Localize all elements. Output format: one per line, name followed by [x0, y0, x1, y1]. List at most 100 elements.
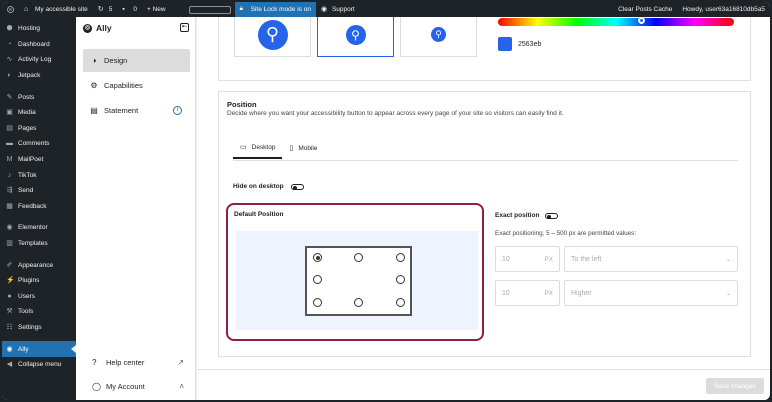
default-position-box: Default Position — [226, 203, 484, 341]
main-content: ⚲ ⚲ ⚲ 2563eb Position Decide where you w… — [197, 17, 770, 369]
user-icon: ◯ — [92, 381, 101, 391]
menu-posts[interactable]: ✎ Posts — [2, 89, 76, 105]
wp-admin-menu: ⬢ Hosting ◔ Dashboard ∿ Activity Log ◐ Jetpa… — [2, 17, 76, 400]
chevron-down-icon: ⌄ — [725, 290, 731, 297]
menu-comments[interactable]: ▬ Comments — [2, 136, 76, 152]
hue-slider-handle[interactable] — [638, 17, 646, 24]
menu-users[interactable]: ● Users — [2, 289, 76, 305]
menu-jetpack[interactable]: ◐ Jetpack — [2, 68, 76, 84]
menu-dashboard[interactable]: ◔ Dashboard — [2, 37, 76, 53]
menu-tools[interactable]: ⚒ Tools — [2, 304, 76, 320]
menu-appearance[interactable]: ✐ Appearance — [2, 257, 76, 273]
support-link[interactable]: ◉ Support — [316, 2, 360, 17]
refresh-icon: ↻ — [97, 6, 104, 13]
menu-templates[interactable]: ▥ Templates — [2, 236, 76, 252]
nav-capabilities[interactable]: ⚙ Capabilities — [83, 74, 190, 97]
button-style-small[interactable]: ⚲ — [400, 17, 477, 57]
support-icon: ◉ — [320, 6, 328, 13]
site-lock-badge[interactable]: 🔒︎ Site Lock mode is on — [234, 2, 316, 17]
menu-settings[interactable]: ☷ Settings — [2, 320, 76, 336]
ally-icon: ◉ — [6, 345, 13, 353]
comments-icon: ▬ — [6, 140, 13, 148]
button-style-medium[interactable]: ⚲ — [317, 17, 394, 57]
menu-activity-log[interactable]: ∿ Activity Log — [2, 52, 76, 68]
position-radio-top-center[interactable] — [354, 253, 363, 262]
users-icon: ● — [7, 292, 12, 300]
help-icon: ? — [92, 357, 97, 367]
ally-logo-icon: ◎ — [83, 23, 92, 33]
feedback-icon: ▦ — [6, 202, 13, 210]
horizontal-offset-input[interactable]: 10 PX — [495, 246, 560, 272]
nav-statement[interactable]: ▤ Statement i — [83, 99, 190, 122]
help-center-link[interactable]: ? Help center ↗ — [76, 350, 196, 374]
tab-mobile[interactable]: ▯ Mobile — [282, 137, 324, 159]
position-radio-top-left[interactable] — [313, 253, 322, 262]
info-icon: i — [173, 106, 182, 115]
my-account-menu[interactable]: ◯ My Account ˄ — [76, 374, 196, 398]
admin-bar: W ⌂ My accessible site ↻ 5 ▪ 0 + New 🔒︎ … — [2, 2, 770, 17]
menu-pages[interactable]: ▤ Pages — [2, 121, 76, 137]
position-radio-top-right[interactable] — [396, 253, 405, 262]
nav-design[interactable]: ◑ Design — [83, 49, 190, 72]
exact-position-toggle[interactable] — [545, 213, 558, 219]
menu-tiktok[interactable]: ♪ TikTok — [2, 167, 76, 183]
position-radio-bottom-center[interactable] — [354, 298, 363, 307]
menu-plugins[interactable]: ⚡ Plugins — [2, 273, 76, 289]
position-radio-middle-right[interactable] — [396, 275, 405, 284]
tiktok-icon: ♪ — [7, 171, 12, 179]
position-radio-bottom-right[interactable] — [396, 298, 405, 307]
hex-input[interactable]: 2563eb — [518, 41, 541, 48]
pages-icon: ▤ — [6, 124, 13, 132]
tabs-divider — [233, 160, 738, 161]
menu-hosting[interactable]: ⬢ Hosting — [2, 21, 76, 37]
admin-search-input[interactable] — [188, 5, 231, 14]
menu-ally[interactable]: ◉ Ally — [2, 341, 76, 357]
new-content-link[interactable]: + New — [142, 2, 171, 17]
collapse-panel-icon[interactable]: ⇤ — [180, 23, 189, 32]
chevron-down-icon: ⌄ — [725, 256, 731, 263]
design-card: ⚲ ⚲ ⚲ 2563eb — [218, 17, 751, 81]
horizontal-direction-select[interactable]: To the left ⌄ — [564, 246, 738, 272]
tab-desktop[interactable]: ▭ Desktop — [233, 137, 283, 159]
color-swatch — [498, 37, 512, 51]
external-link-icon: ↗ — [177, 357, 184, 367]
wp-logo-icon[interactable]: W — [2, 2, 19, 17]
wrench-icon: ⚒ — [6, 308, 13, 316]
updates-link[interactable]: ↻ 5 — [93, 2, 118, 17]
menu-media[interactable]: ▣ Media — [2, 105, 76, 121]
position-card: Position Decide where you want your acce… — [218, 91, 751, 357]
footer-bar: Save changes — [197, 369, 770, 400]
position-preview — [236, 231, 478, 330]
comment-icon: ▪ — [122, 6, 125, 13]
position-subtitle: Decide where you want your accessibility… — [227, 110, 564, 117]
position-radio-bottom-left[interactable] — [313, 298, 322, 307]
menu-feedback[interactable]: ▦ Feedback — [2, 199, 76, 215]
monitor-icon: ▭ — [240, 144, 247, 151]
default-position-label: Default Position — [234, 211, 284, 218]
menu-elementor[interactable]: ◉ Elementor — [2, 220, 76, 236]
clear-cache-link[interactable]: Clear Posts Cache — [613, 2, 677, 17]
position-title: Position — [227, 100, 257, 109]
hide-on-desktop-label: Hide on desktop — [233, 183, 284, 190]
site-name-link[interactable]: ⌂ My accessible site — [19, 2, 93, 17]
media-icon: ▣ — [6, 109, 13, 117]
hide-on-desktop-toggle[interactable] — [291, 184, 304, 190]
account-menu[interactable]: Howdy, user63a16810db5a5 — [677, 2, 770, 17]
ally-header: ◎ Ally — [83, 23, 112, 33]
comments-link[interactable]: ▪ 0 — [117, 2, 142, 17]
mailpoet-icon: M — [6, 156, 13, 164]
menu-send[interactable]: ⇶ Send — [2, 183, 76, 199]
vertical-direction-select[interactable]: Higher ⌄ — [564, 280, 738, 306]
elementor-icon: ◉ — [6, 224, 13, 232]
jetpack-icon: ◐ — [7, 72, 12, 80]
position-radio-middle-left[interactable] — [313, 275, 322, 284]
accessibility-icon: ⚲ — [431, 27, 446, 42]
collapse-menu[interactable]: ◀ Collapse menu — [2, 357, 76, 373]
vertical-offset-input[interactable]: 10 PX — [495, 280, 560, 306]
phone-icon: ▯ — [289, 145, 294, 152]
send-icon: ⇶ — [6, 187, 13, 195]
menu-mailpoet[interactable]: M MailPoet — [2, 152, 76, 168]
button-style-large[interactable]: ⚲ — [234, 17, 311, 57]
hue-slider[interactable] — [498, 17, 734, 26]
save-changes-button[interactable]: Save changes — [706, 378, 764, 394]
